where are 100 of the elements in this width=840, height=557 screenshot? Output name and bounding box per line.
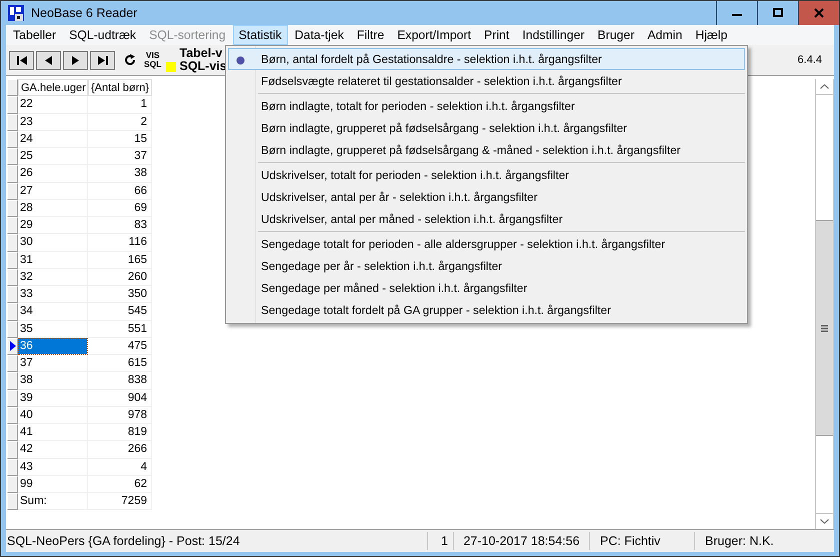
menu-option[interactable]: Sengedage per år - selektion i.h.t. årgangsfilter xyxy=(228,255,745,277)
table-cell: 31 xyxy=(18,252,88,269)
scroll-up-icon[interactable] xyxy=(820,84,829,89)
table-cell: 24 xyxy=(18,130,88,148)
menu-option[interactable]: Børn, antal fordelt på Gestationsaldre - selektion i.h.t. årgangsfilter xyxy=(228,48,745,70)
first-record-button[interactable] xyxy=(9,50,34,70)
version-label: 6.4.4 xyxy=(798,54,822,66)
table-cell: 37 xyxy=(88,148,152,166)
table-view-label: Tabel-v xyxy=(179,47,224,60)
status-text: PC: Fichtiv xyxy=(590,532,695,550)
table-cell: 37 xyxy=(18,355,88,372)
menu-option[interactable]: Sengedage per måned - selektion i.h.t. årgangsfilter xyxy=(228,277,745,299)
close-icon xyxy=(814,8,824,18)
menu-option[interactable]: Børn indlagte, totalt for perioden - selektion i.h.t. årgangsfilter xyxy=(228,95,745,117)
table-cell: 1 xyxy=(88,96,152,114)
table-cell: 819 xyxy=(88,424,152,442)
table-cell: 29 xyxy=(18,217,88,234)
menu-item[interactable]: Admin xyxy=(641,25,688,45)
column-header: GA.hele.uger xyxy=(18,79,88,96)
table-cell: 30 xyxy=(18,234,88,252)
table-cell: 39 xyxy=(18,390,88,407)
scrollbar-thumb[interactable] xyxy=(816,220,833,436)
menu-item[interactable]: SQL-udtræk xyxy=(63,25,142,45)
vertical-scrollbar[interactable] xyxy=(815,79,834,529)
next-record-button[interactable] xyxy=(63,50,88,70)
menu-option[interactable]: Fødselsvægte relateret til gestationsalder - selektion i.h.t. årgangsfilter xyxy=(228,70,745,92)
menu-item[interactable]: Tabeller xyxy=(7,25,62,45)
menu-option[interactable]: Børn indlagte, grupperet på fødselsårgang & -måned - selektion i.h.t. årgangsfilter xyxy=(228,139,745,161)
table-cell: 43 xyxy=(18,458,88,476)
table-cell: 69 xyxy=(88,200,152,217)
table-cell: Sum: xyxy=(18,493,88,510)
previous-record-button[interactable] xyxy=(36,50,61,70)
table-cell: 27 xyxy=(18,182,88,200)
row-indicator[interactable] xyxy=(7,338,18,355)
table-cell: 7259 xyxy=(88,493,152,510)
table-cell: 838 xyxy=(88,372,152,390)
table-cell: 978 xyxy=(88,406,152,424)
table-cell: 165 xyxy=(88,252,152,269)
table-cell: 615 xyxy=(88,355,152,372)
table-cell: 904 xyxy=(88,390,152,407)
table-cell: 545 xyxy=(88,303,152,320)
table-cell: 66 xyxy=(88,182,152,200)
radio-dot-icon xyxy=(236,56,245,65)
table-cell: 26 xyxy=(18,165,88,182)
menu-item[interactable]: Export/Import xyxy=(391,25,478,45)
sql-view-label: SQL-vis xyxy=(179,60,227,73)
table-cell: 38 xyxy=(18,372,88,390)
table-cell: 15 xyxy=(88,130,152,148)
table-cell: 99 xyxy=(18,476,88,493)
close-button[interactable] xyxy=(798,1,839,25)
status-square-icon xyxy=(166,62,176,72)
menu-item[interactable]: Statistik xyxy=(232,25,288,45)
menu-option[interactable]: Børn indlagte, grupperet på fødselsårgang - selektion i.h.t. årgangsfilter xyxy=(228,117,745,139)
show-sql-button[interactable]: VIS SQL xyxy=(144,51,162,69)
table-cell: 350 xyxy=(88,286,152,304)
table-cell: 4 xyxy=(88,458,152,476)
table-cell: 41 xyxy=(18,424,88,442)
table-cell: 116 xyxy=(88,234,152,252)
menu-item[interactable]: Indstillinger xyxy=(516,25,591,45)
status-text: 1 xyxy=(428,532,454,550)
last-icon xyxy=(98,56,108,64)
table-cell: 42 xyxy=(18,441,88,458)
table-cell: 83 xyxy=(88,217,152,234)
table-cell: 22 xyxy=(18,96,88,114)
first-icon xyxy=(16,56,26,64)
table-cell: 475 xyxy=(88,338,152,355)
refresh-icon[interactable] xyxy=(124,54,136,66)
menu-option[interactable]: Udskrivelser, antal per år - selektion i.h.t. årgangsfilter xyxy=(228,186,745,208)
menu-option[interactable]: Sengedage totalt fordelt på GA grupper - selektion i.h.t. årgangsfilter xyxy=(228,299,745,321)
table-cell: 23 xyxy=(18,114,88,131)
menu-item[interactable]: Data-tjek xyxy=(288,25,350,45)
table-cell: 36 xyxy=(18,338,88,355)
table-cell: 260 xyxy=(88,268,152,286)
menu-option[interactable]: Udskrivelser, antal per måned - selektion i.h.t. årgangsfilter xyxy=(228,208,745,230)
scroll-down-icon[interactable] xyxy=(820,519,829,524)
table-cell: 266 xyxy=(88,441,152,458)
table-cell: 62 xyxy=(88,476,152,493)
table-cell: 38 xyxy=(88,165,152,182)
table-cell: 32 xyxy=(18,268,88,286)
table-cell: 2 xyxy=(88,114,152,131)
menu-option[interactable]: Sengedage totalt for perioden - alle aldersgrupper - selektion i.h.t. årgangsfilter xyxy=(228,233,745,255)
table-cell: 25 xyxy=(18,148,88,166)
table-cell: 28 xyxy=(18,200,88,217)
last-record-button[interactable] xyxy=(90,50,115,70)
table-cell: 34 xyxy=(18,303,88,320)
previous-icon xyxy=(45,56,52,64)
table-cell: 551 xyxy=(88,320,152,338)
status-text: Bruger: N.K. xyxy=(704,533,775,550)
menu-item[interactable]: Hjælp xyxy=(689,25,734,45)
window-title: NeoBase 6 Reader xyxy=(31,6,138,20)
table-cell: 40 xyxy=(18,406,88,424)
menu-item[interactable]: Bruger xyxy=(592,25,640,45)
menu-item[interactable]: Print xyxy=(478,25,516,45)
status-text: SQL-NeoPers {GA fordeling} - Post: 15/24 xyxy=(6,532,428,550)
app-icon xyxy=(8,5,24,21)
status-text: 27-10-2017 18:54:56 xyxy=(454,532,590,550)
next-icon xyxy=(72,56,79,64)
menu-option[interactable]: Udskrivelser, totalt for perioden - selektion i.h.t. årgangsfilter xyxy=(228,164,745,186)
menu-item[interactable]: Filtre xyxy=(350,25,390,45)
grip-icon xyxy=(821,324,828,332)
